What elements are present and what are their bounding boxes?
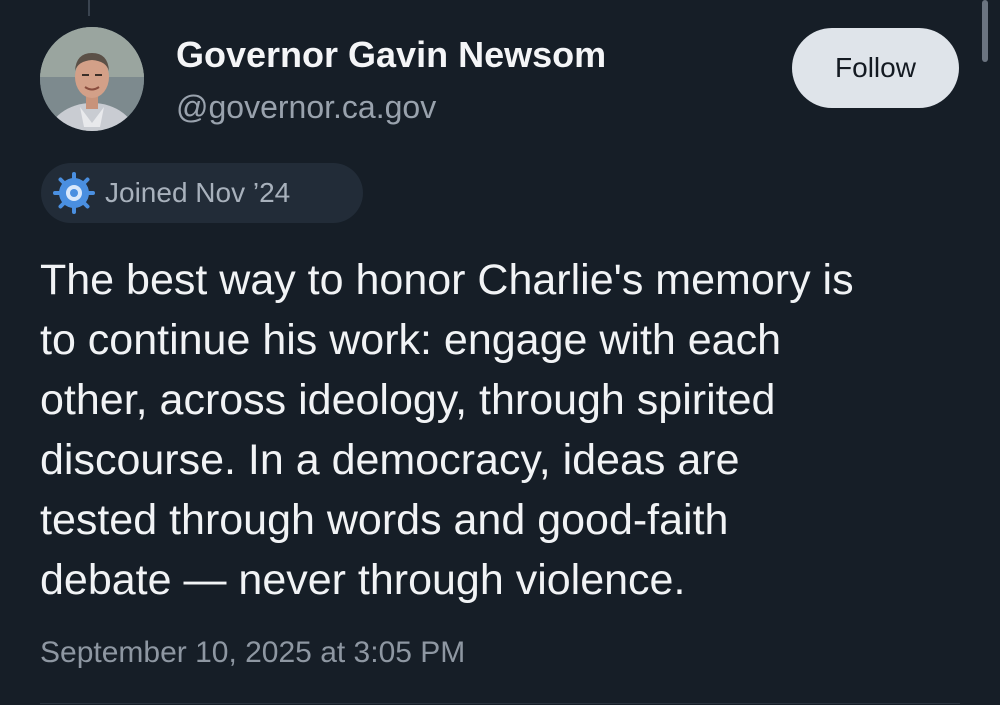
divider [40, 703, 960, 704]
joined-badge[interactable]: Joined Nov ’24 [41, 163, 363, 223]
post-text: The best way to honor Charlie's memory i… [40, 256, 854, 604]
display-name[interactable]: Governor Gavin Newsom [176, 34, 606, 76]
thread-connector-line [88, 0, 90, 16]
scrollbar[interactable] [982, 0, 988, 62]
gear-badge-icon [53, 172, 95, 214]
avatar[interactable] [40, 27, 144, 131]
follow-button[interactable]: Follow [792, 28, 959, 108]
user-handle[interactable]: @governor.ca.gov [176, 89, 436, 126]
joined-date-label: Joined Nov ’24 [105, 177, 291, 208]
post-timestamp[interactable]: September 10, 2025 at 3:05 PM [40, 636, 465, 670]
